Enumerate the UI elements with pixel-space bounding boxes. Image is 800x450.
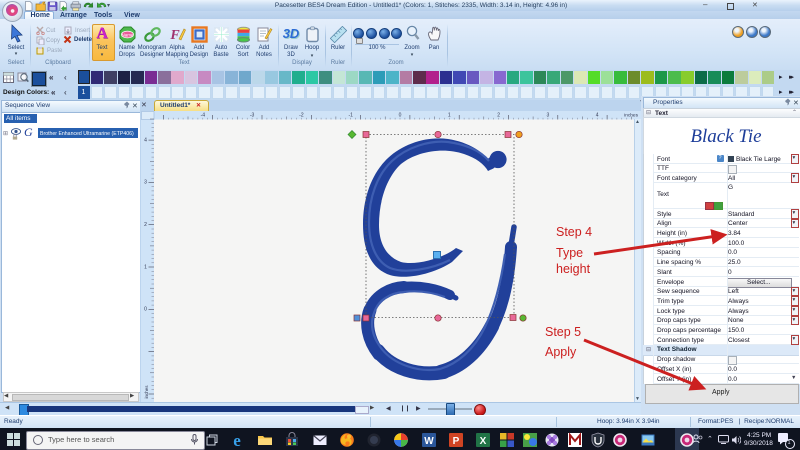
svg-text:-1: -1 <box>348 113 353 119</box>
svg-text:1: 1 <box>448 113 451 119</box>
svg-text:3: 3 <box>547 113 550 119</box>
svg-text:W: W <box>424 436 434 447</box>
svg-text:-3: -3 <box>250 113 255 119</box>
svg-text:inches: inches <box>624 113 638 119</box>
svg-text:F: F <box>169 28 180 43</box>
svg-text:0: 0 <box>144 307 147 313</box>
svg-text:e: e <box>233 432 241 448</box>
svg-text:3: 3 <box>144 180 147 186</box>
svg-text:-2: -2 <box>299 113 304 119</box>
svg-text:Name: Name <box>121 32 134 37</box>
svg-text:inches: inches <box>144 385 149 399</box>
svg-text:4: 4 <box>596 113 599 119</box>
svg-text:X: X <box>480 436 487 447</box>
svg-text:4: 4 <box>144 137 147 143</box>
svg-text:2: 2 <box>497 113 500 119</box>
svg-text:0: 0 <box>399 113 402 119</box>
svg-text:P: P <box>453 436 460 447</box>
svg-text:1: 1 <box>144 264 147 270</box>
svg-text:-4: -4 <box>201 113 206 119</box>
svg-text:2: 2 <box>144 222 147 228</box>
